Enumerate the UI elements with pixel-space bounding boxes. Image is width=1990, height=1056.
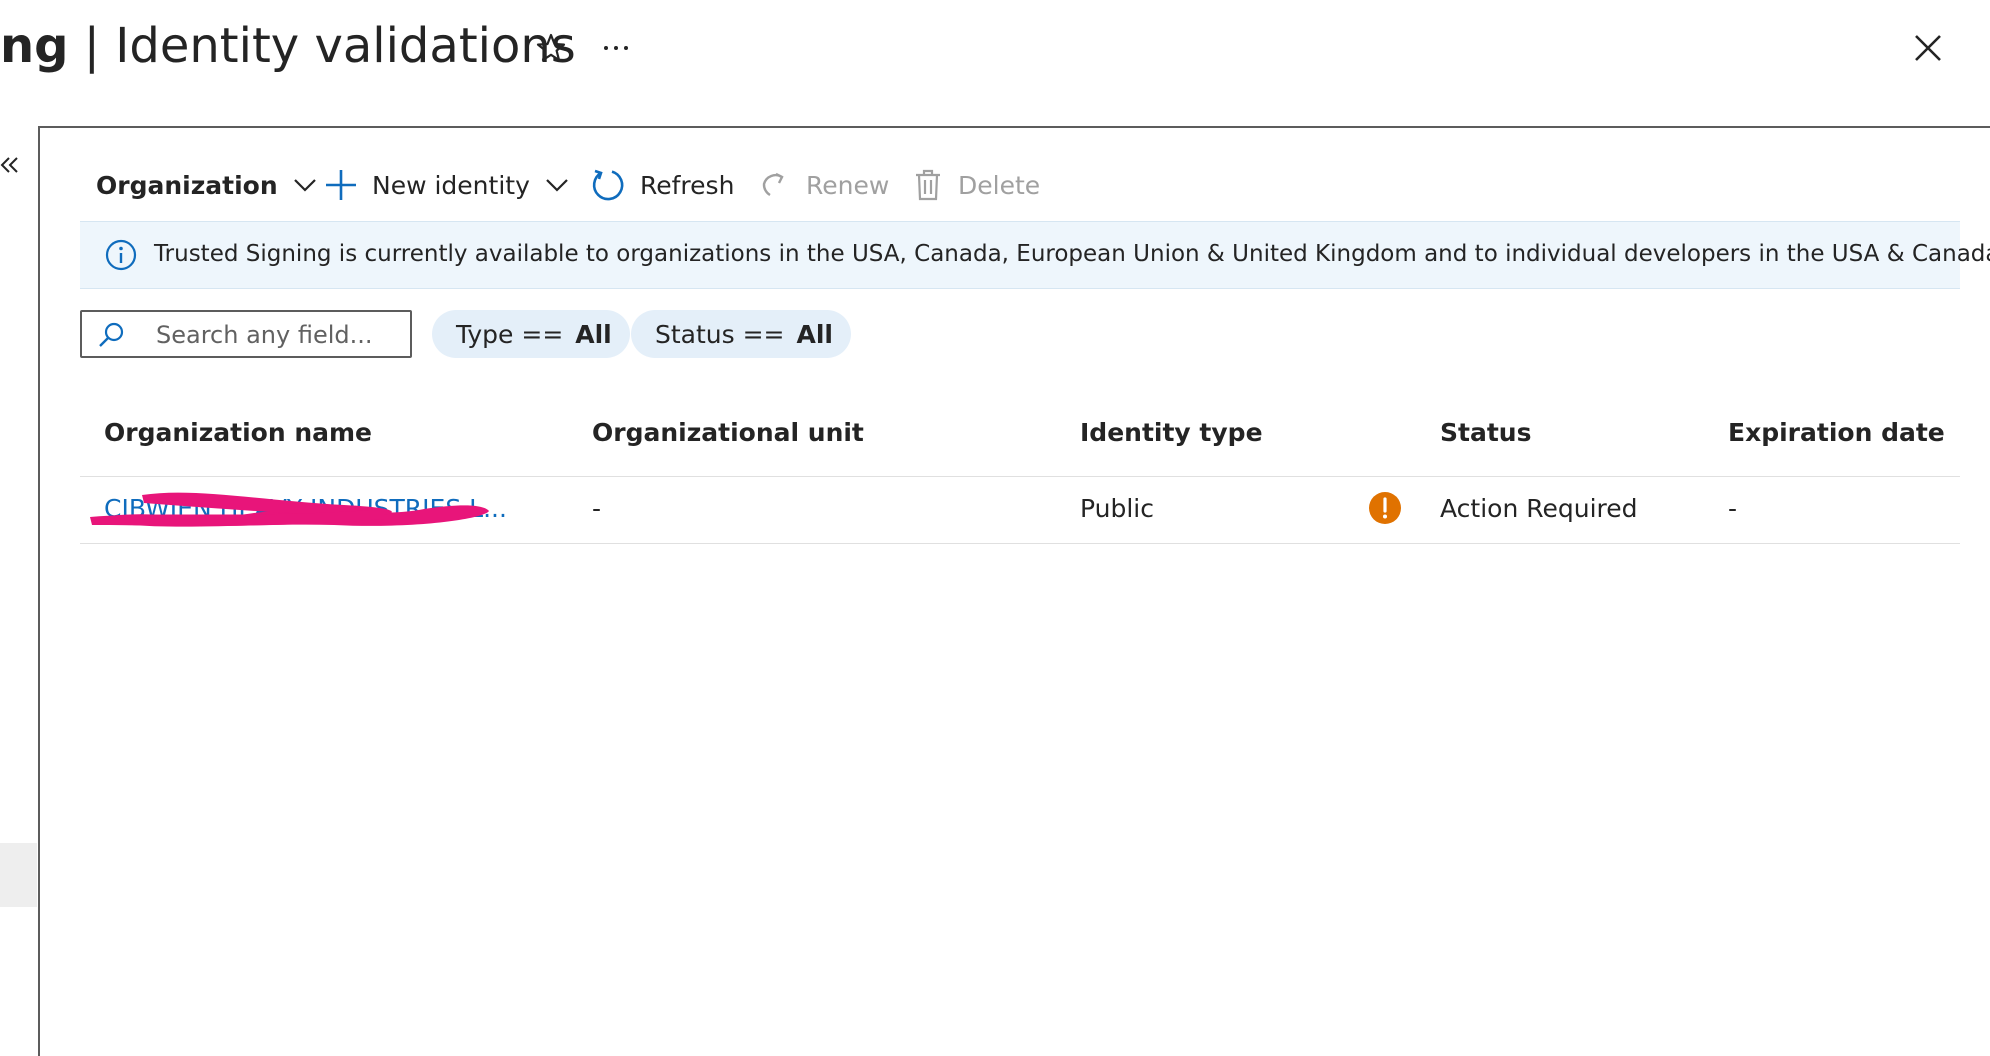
table-row[interactable]: CIBWIEN HEAVY INDUSTRIES L... - Public A… <box>80 477 1960 544</box>
page-title-separator: | <box>68 18 116 74</box>
new-identity-button[interactable]: New identity <box>324 160 570 210</box>
status-cell: Action Required <box>1440 494 1638 523</box>
renew-button[interactable]: Renew <box>758 160 889 210</box>
status-filter-pill[interactable]: Status == All <box>631 310 852 358</box>
info-banner-text: Trusted Signing is currently available t… <box>154 241 1990 267</box>
page-title-prefix: ng <box>0 18 69 74</box>
column-header-organizational-unit[interactable]: Organizational unit <box>592 418 864 447</box>
warning-circle-icon <box>1369 492 1401 524</box>
double-chevron-left-icon[interactable] <box>0 150 22 180</box>
search-input[interactable] <box>154 318 408 352</box>
info-banner: Trusted Signing is currently available t… <box>80 221 1990 289</box>
identity-validations-table: Organization name Organizational unit Id… <box>80 400 1960 544</box>
ellipsis-icon[interactable] <box>598 30 634 66</box>
status-filter-label: Status == <box>655 319 785 349</box>
refresh-button[interactable]: Refresh <box>590 160 734 210</box>
title-bar: ng | Identity validations <box>0 0 1990 110</box>
identity-type-cell: Public <box>1080 494 1154 523</box>
chevron-down-icon <box>546 179 568 192</box>
organization-name-link[interactable]: CIBWIEN HEAVY INDUSTRIES L... <box>104 494 507 523</box>
close-icon[interactable] <box>1908 28 1948 68</box>
renew-icon <box>762 172 784 197</box>
search-icon <box>99 322 124 347</box>
expiration-date-cell: - <box>1728 494 1738 523</box>
star-icon[interactable] <box>533 30 569 66</box>
new-identity-label: New identity <box>372 170 530 200</box>
trash-icon <box>916 169 940 201</box>
refresh-icon <box>592 169 624 201</box>
column-header-status[interactable]: Status <box>1440 418 1531 447</box>
organizational-unit-cell: - <box>592 494 602 523</box>
organization-label: Organization <box>96 170 278 200</box>
delete-label: Delete <box>958 170 1041 200</box>
renew-label: Renew <box>806 170 890 200</box>
organization-dropdown-button[interactable]: Organization <box>96 160 318 210</box>
type-filter-value: All <box>575 319 612 349</box>
search-box[interactable] <box>80 310 412 358</box>
plus-icon <box>326 170 356 200</box>
column-header-identity-type[interactable]: Identity type <box>1080 418 1263 447</box>
column-header-expiration-date[interactable]: Expiration date <box>1728 418 1945 447</box>
table-header-row: Organization name Organizational unit Id… <box>80 400 1960 477</box>
type-filter-label: Type == <box>456 319 564 349</box>
status-filter-value: All <box>796 319 834 349</box>
type-filter-pill[interactable]: Type == All <box>432 310 630 358</box>
chevron-down-icon <box>293 179 316 192</box>
info-icon <box>105 239 137 271</box>
page-title: ng | Identity validations <box>0 16 576 76</box>
column-header-organization-name[interactable]: Organization name <box>104 418 372 447</box>
delete-button[interactable]: Delete <box>912 160 1040 210</box>
sidebar-selected-item[interactable] <box>0 843 37 907</box>
page-title-text: Identity validations <box>115 18 576 74</box>
refresh-label: Refresh <box>640 170 735 200</box>
